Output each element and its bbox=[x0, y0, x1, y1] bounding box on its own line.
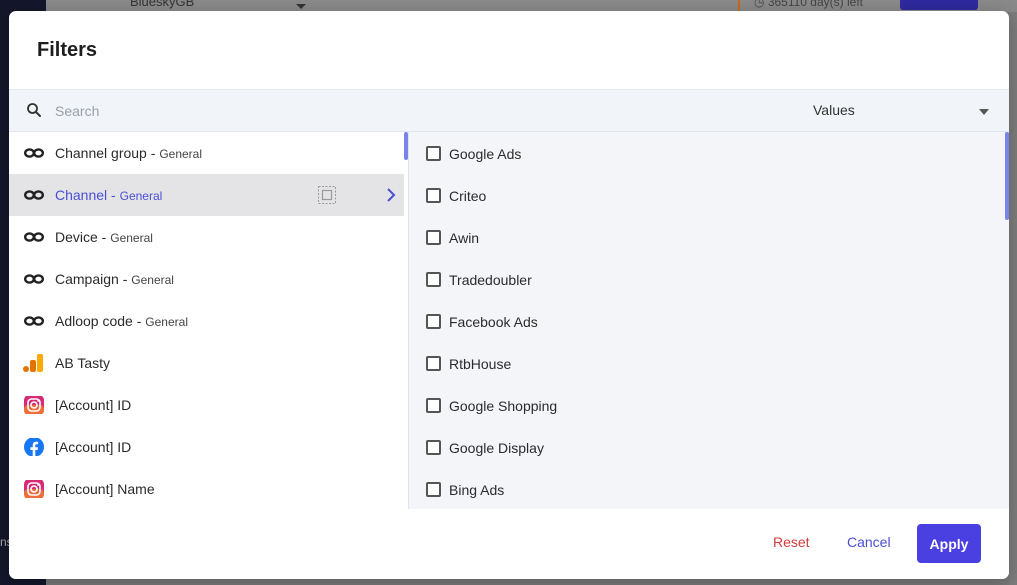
value-label: Criteo bbox=[449, 188, 487, 204]
search-input[interactable] bbox=[55, 99, 775, 123]
cancel-button[interactable]: Cancel bbox=[847, 534, 891, 550]
clock-icon: ◷ bbox=[754, 0, 768, 9]
reset-button[interactable]: Reset bbox=[773, 534, 810, 550]
dimension-list[interactable]: Channel group - General Channel - General… bbox=[9, 132, 408, 509]
apply-button[interactable]: Apply bbox=[917, 524, 981, 563]
filter-panes: Channel group - General Channel - General… bbox=[9, 132, 1009, 509]
dimension-label: [Account] ID bbox=[55, 439, 131, 455]
app-primary-button bbox=[900, 0, 978, 10]
dimension-label: Campaign - General bbox=[55, 271, 174, 287]
modal-header: Filters bbox=[9, 11, 1009, 90]
dimension-label: Adloop code - General bbox=[55, 313, 188, 329]
value-checkbox[interactable] bbox=[426, 314, 441, 329]
value-option[interactable]: Google Ads bbox=[409, 132, 999, 174]
dimension-separator: - bbox=[146, 145, 160, 161]
value-option[interactable]: Criteo bbox=[409, 174, 999, 216]
value-option[interactable]: Google Shopping bbox=[409, 384, 999, 426]
dimension-name: Device bbox=[55, 229, 98, 245]
values-dropdown[interactable]: Values bbox=[809, 90, 999, 133]
value-option[interactable]: RtbHouse bbox=[409, 342, 999, 384]
infinity-icon bbox=[23, 148, 45, 158]
chevron-right-icon bbox=[387, 188, 396, 202]
dimension-item[interactable]: [Account] Name bbox=[9, 468, 404, 509]
modal-title: Filters bbox=[37, 39, 98, 61]
value-checkbox[interactable] bbox=[426, 188, 441, 203]
dimension-name: [Account] ID bbox=[55, 397, 132, 413]
dimension-item[interactable]: Campaign - General bbox=[9, 258, 404, 300]
dimension-item[interactable]: Device - General bbox=[9, 216, 404, 258]
value-checkbox[interactable] bbox=[426, 356, 441, 371]
dimension-label: Channel - General bbox=[55, 187, 162, 203]
value-label: Google Shopping bbox=[449, 398, 558, 414]
value-option[interactable]: Awin bbox=[409, 216, 999, 258]
value-checkbox[interactable] bbox=[426, 146, 441, 161]
dimension-label: AB Tasty bbox=[55, 355, 110, 371]
value-checkbox[interactable] bbox=[426, 230, 441, 245]
dimension-name: Channel bbox=[55, 187, 108, 203]
modal-footer: Reset Cancel Apply bbox=[9, 509, 1009, 579]
dimension-name: [Account] ID bbox=[55, 439, 132, 455]
dimension-item[interactable]: Channel group - General bbox=[9, 132, 404, 174]
dimension-label: [Account] ID bbox=[55, 397, 131, 413]
value-label: Google Display bbox=[449, 440, 544, 456]
dimension-separator: - bbox=[107, 187, 120, 203]
dimension-item[interactable]: [Account] ID bbox=[9, 384, 404, 426]
dimension-item[interactable]: Channel - General bbox=[9, 174, 404, 216]
trial-days-left: ◷ 365110 day(s) left bbox=[738, 0, 863, 11]
dimension-name: AB Tasty bbox=[55, 355, 110, 371]
infinity-icon bbox=[23, 190, 45, 200]
search-bar: Values bbox=[9, 89, 1009, 132]
google-analytics-icon bbox=[23, 354, 43, 372]
dimension-group: General bbox=[110, 231, 153, 245]
dimension-group: General bbox=[145, 315, 188, 329]
values-list-scrollbar[interactable] bbox=[1005, 132, 1009, 220]
value-option[interactable]: Bing Ads bbox=[409, 468, 999, 509]
value-label: RtbHouse bbox=[449, 356, 512, 372]
instagram-icon bbox=[24, 480, 44, 498]
dimension-separator: - bbox=[132, 313, 146, 329]
value-label: Facebook Ads bbox=[449, 314, 538, 330]
search-icon bbox=[27, 103, 41, 117]
value-checkbox[interactable] bbox=[426, 440, 441, 455]
values-list[interactable]: Google Ads Criteo Awin Tradedoubler Facebook… bbox=[409, 132, 1009, 509]
dimension-label: Channel group - General bbox=[55, 145, 202, 161]
workspace-selector: BlueskyGB bbox=[130, 0, 195, 9]
instagram-icon bbox=[24, 396, 44, 414]
dimension-label: [Account] Name bbox=[55, 481, 155, 497]
select-all-icon[interactable] bbox=[317, 185, 337, 205]
app-right-edge bbox=[1009, 12, 1017, 585]
dimension-name: [Account] Name bbox=[55, 481, 155, 497]
dimension-separator: - bbox=[97, 229, 111, 245]
dimension-group: General bbox=[119, 189, 163, 203]
dimension-separator: - bbox=[118, 271, 132, 287]
value-label: Tradedoubler bbox=[449, 272, 532, 288]
value-option[interactable]: Facebook Ads bbox=[409, 300, 999, 342]
value-label: Awin bbox=[449, 230, 480, 246]
infinity-icon bbox=[23, 274, 45, 284]
caret-down-icon bbox=[979, 109, 989, 115]
workspace-caret-icon bbox=[296, 4, 306, 9]
facebook-icon bbox=[24, 438, 44, 456]
infinity-icon bbox=[23, 316, 45, 326]
value-checkbox[interactable] bbox=[426, 482, 441, 497]
value-checkbox[interactable] bbox=[426, 398, 441, 413]
dimension-group: General bbox=[159, 147, 203, 161]
dimension-name: Channel group bbox=[55, 145, 147, 161]
value-option[interactable]: Tradedoubler bbox=[409, 258, 999, 300]
trial-days-text: 365110 day(s) left bbox=[767, 0, 863, 9]
dimension-name: Adloop code bbox=[55, 313, 133, 329]
value-label: Bing Ads bbox=[449, 482, 505, 498]
value-checkbox[interactable] bbox=[426, 272, 441, 287]
dimension-item[interactable]: Adloop code - General bbox=[9, 300, 404, 342]
dimension-name: Campaign bbox=[55, 271, 119, 287]
dimension-item[interactable]: AB Tasty bbox=[9, 342, 404, 384]
dimension-item[interactable]: [Account] ID bbox=[9, 426, 404, 468]
dimension-group: General bbox=[131, 273, 174, 287]
dimension-label: Device - General bbox=[55, 229, 153, 245]
infinity-icon bbox=[23, 232, 45, 242]
value-label: Google Ads bbox=[449, 146, 522, 162]
filters-modal: Filters Values Channel group - GeneralCh… bbox=[9, 11, 1009, 579]
value-option[interactable]: Google Display bbox=[409, 426, 999, 468]
values-dropdown-label: Values bbox=[813, 102, 855, 118]
